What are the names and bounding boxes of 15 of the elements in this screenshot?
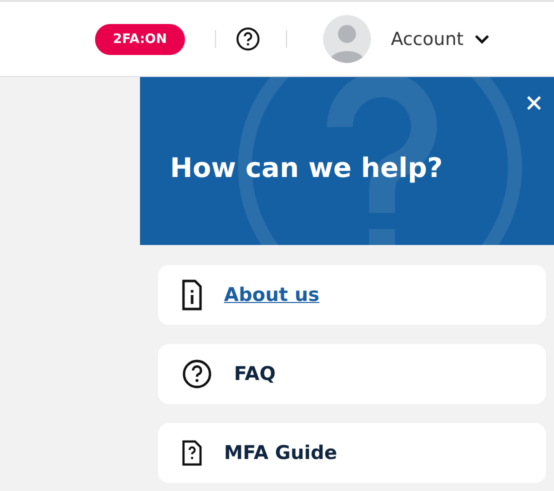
question-icon	[182, 359, 212, 389]
help-icon[interactable]	[236, 27, 260, 51]
help-link-card[interactable]: FAQ	[158, 344, 546, 404]
avatar-icon	[322, 15, 371, 63]
account-menu-button[interactable]: Account	[322, 15, 490, 63]
help-title: How can we help?	[170, 152, 443, 184]
two-factor-badge: 2FA:ON	[95, 24, 185, 54]
help-link-card[interactable]: MFA Guide	[158, 423, 546, 483]
question-document-icon	[182, 440, 202, 466]
help-link-label: About us	[224, 284, 320, 306]
chevron-down-icon	[474, 34, 490, 44]
help-link-label: FAQ	[234, 363, 276, 385]
help-link-label: MFA Guide	[224, 442, 338, 464]
help-link-card[interactable]: About us	[158, 265, 546, 325]
info-document-icon	[182, 279, 202, 311]
